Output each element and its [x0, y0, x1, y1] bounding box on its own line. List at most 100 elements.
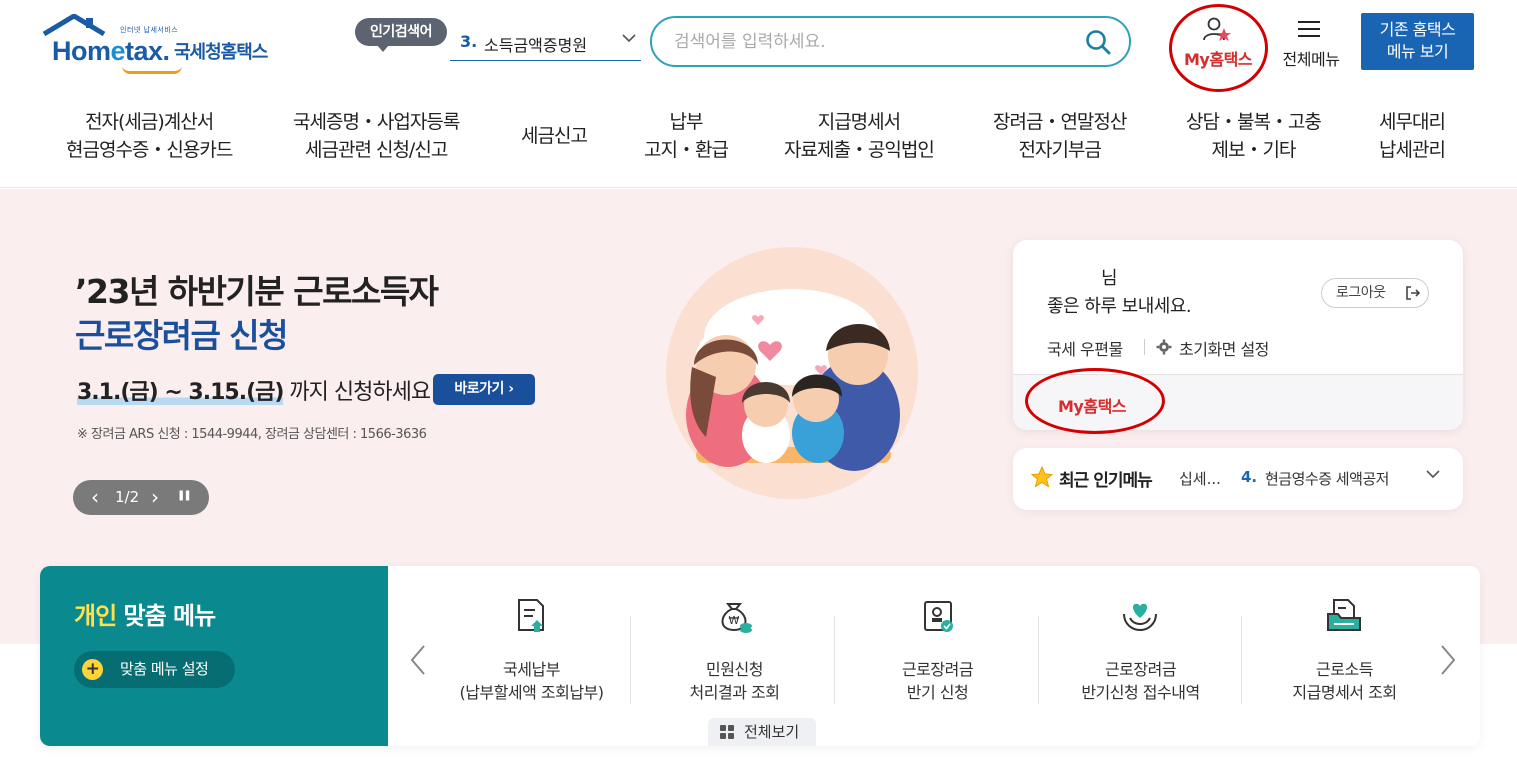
logo-korean: 국세청홈택스 — [174, 42, 268, 63]
divider — [1144, 339, 1145, 355]
quick-item-line-1: 근로장려금 — [901, 660, 974, 679]
myhometax-top-button[interactable]: My홈택스 — [1172, 10, 1264, 90]
banner-date: 3.1.(금) ~ 3.15.(금) 까지 신청하세요! — [77, 374, 439, 406]
all-menu-button[interactable]: 전체메뉴 — [1276, 18, 1346, 70]
nav-line: 세금신고 — [521, 125, 588, 147]
greeting-text: 좋은 하루 보내세요. — [1047, 296, 1192, 317]
tax-mail-link[interactable]: 국세 우편물 — [1047, 336, 1123, 360]
init-screen-setting-link[interactable]: 초기화면 설정 — [1179, 336, 1269, 360]
quick-item-line-1: 국세납부 — [503, 660, 560, 679]
heart-hands-icon — [1123, 603, 1157, 632]
nav-item-payment[interactable]: 납부 고지・환급 — [644, 108, 729, 164]
nav-item-certificate[interactable]: 국세증명・사업자등록 세금관련 신청/신고 — [293, 108, 460, 164]
divider — [630, 616, 631, 704]
popular-term[interactable]: 소득금액증명원 — [484, 32, 587, 56]
nav-item-incentive[interactable]: 장려금・연말정산 전자기부금 — [993, 108, 1127, 164]
logo-word-1: Hom — [52, 36, 111, 66]
quick-item-petition[interactable]: ₩ 민원신청 처리결과 조회 — [633, 596, 836, 706]
logout-icon — [1406, 286, 1420, 300]
prev-arrow-icon[interactable] — [408, 644, 428, 683]
logout-button[interactable]: 로그아웃 — [1321, 278, 1429, 308]
custom-menu-setting-label: 맞춤 메뉴 설정 — [120, 660, 209, 678]
login-card-footer: My홈택스 — [1013, 374, 1463, 430]
logout-label: 로그아웃 — [1336, 285, 1386, 301]
recent-popular-title: 최근 인기메뉴 — [1059, 471, 1153, 491]
quick-item-line-2: 반기 신청 — [906, 683, 969, 702]
popular-search-badge: 인기검색어 — [355, 18, 447, 52]
popular-search-select[interactable]: 3. 소득금액증명원 — [450, 26, 641, 61]
recent-item-clipped[interactable]: 십세... — [1179, 468, 1221, 489]
quick-item-incentive-apply[interactable]: 근로장려금 반기 신청 — [836, 596, 1039, 706]
quick-item-line-1: 근로장려금 — [1104, 660, 1177, 679]
quick-item-line-1: 민원신청 — [706, 660, 763, 679]
quick-item-incentive-history[interactable]: 근로장려금 반기신청 접수내역 — [1039, 596, 1242, 706]
pager-page: 1/2 — [115, 488, 140, 506]
legacy-line-2: 메뉴 보기 — [1386, 42, 1449, 61]
nav-line: 납부 — [669, 111, 703, 133]
svg-text:₩: ₩ — [729, 614, 740, 627]
banner-note: ※ 장려금 ARS 신청 : 1544-9944, 장려금 상담센터 : 156… — [77, 427, 427, 442]
nav-item-statement[interactable]: 지급명세서 자료제출・공익법인 — [784, 108, 935, 164]
document-stamp-icon — [924, 601, 953, 632]
myhometax-card-link[interactable]: My홈택스 — [1058, 393, 1127, 417]
all-menu-label: 전체메뉴 — [1282, 50, 1340, 69]
custom-menu-title-rest: 맞춤 메뉴 — [116, 602, 217, 630]
nav-line: 현금영수증・신용카드 — [66, 139, 233, 161]
nav-item-etax[interactable]: 전자(세금)계산서 현금영수증・신용카드 — [66, 108, 233, 164]
nav-item-tax-report[interactable]: 세금신고 — [521, 122, 588, 150]
star-icon — [1031, 466, 1053, 488]
nav-line: 국세증명・사업자등록 — [293, 111, 460, 133]
quick-item-line-2: 처리결과 조회 — [689, 683, 780, 702]
quick-item-line-1: 근로소득 — [1316, 660, 1373, 679]
custom-menu-panel: 개인 맞춤 메뉴 + 맞춤 메뉴 설정 국세납부 (납부할세액 조회납부) ₩ … — [40, 566, 1480, 746]
nav-line: 전자(세금)계산서 — [85, 111, 214, 133]
chevron-down-icon[interactable] — [621, 30, 637, 50]
custom-menu-header: 개인 맞춤 메뉴 + 맞춤 메뉴 설정 — [40, 566, 388, 746]
user-name-suffix: 님 — [1101, 268, 1118, 289]
quick-item-line-2: (납부할세액 조회납부) — [459, 683, 604, 702]
banner-date-rest: 까지 신청하세요! — [283, 380, 439, 405]
logo-subtitle: 인터넷 납세서비스 — [120, 26, 179, 34]
legacy-menu-button[interactable]: 기존 홈택스 메뉴 보기 — [1361, 13, 1474, 70]
nav-item-consult[interactable]: 상담・불복・고충 제보・기타 — [1186, 108, 1322, 164]
logo-word-2: tax. — [125, 36, 170, 66]
pager-pause-icon[interactable]: ❚❚ — [177, 490, 192, 501]
login-card: 님 좋은 하루 보내세요. 로그아웃 국세 우편물 초기화면 설정 My홈택스 — [1013, 240, 1463, 430]
divider — [1241, 616, 1242, 704]
search-input[interactable] — [674, 30, 1074, 54]
banner-go-button[interactable]: 바로가기 › — [433, 374, 535, 405]
quick-item-tax-payment[interactable]: 국세납부 (납부할세액 조회납부) — [430, 596, 633, 706]
header: 인터넷 납세서비스 Hometax. 국세청홈택스 인기검색어 3. 소득금액증… — [0, 0, 1517, 188]
nav-item-agent[interactable]: 세무대리 납세관리 — [1379, 108, 1446, 164]
logo-swoosh — [122, 66, 182, 74]
chevron-down-icon[interactable] — [1425, 466, 1441, 486]
pager-next-icon[interactable]: › — [151, 485, 159, 509]
folder-document-icon — [1327, 599, 1361, 631]
user-star-icon — [1203, 17, 1231, 41]
popular-rank: 3. — [460, 32, 478, 51]
custom-menu-setting-button[interactable]: + 맞춤 메뉴 설정 — [74, 651, 235, 688]
quick-item-earned-income[interactable]: 근로소득 지급명세서 조회 — [1243, 596, 1446, 706]
search-box — [650, 16, 1131, 67]
pager-prev-icon[interactable]: ‹ — [91, 485, 99, 509]
myhometax-label: My홈택스 — [1184, 50, 1253, 69]
plus-icon: + — [82, 659, 103, 680]
recent-popular-menu[interactable]: 최근 인기메뉴 십세... 4. 현금영수증 세액공저 — [1013, 448, 1463, 510]
gear-icon — [1156, 339, 1172, 355]
grid-icon — [720, 725, 735, 740]
nav-line: 납세관리 — [1379, 139, 1446, 161]
recent-item[interactable]: 현금영수증 세액공저 — [1265, 468, 1389, 489]
global-nav: 전자(세금)계산서 현금영수증・신용카드 국세증명・사업자등록 세금관련 신청/… — [40, 108, 1480, 168]
logo-word-e: e — [110, 36, 126, 66]
nav-line: 세무대리 — [1379, 111, 1446, 133]
banner-date-range: 3.1.(금) ~ 3.15.(금) — [77, 380, 284, 405]
view-all-button[interactable]: 전체보기 — [708, 718, 816, 746]
recent-rank: 4. — [1241, 468, 1258, 486]
banner-pager: ‹ 1/2 › ❚❚ — [73, 480, 209, 515]
custom-menu-title-hl: 개인 — [74, 602, 117, 630]
search-icon[interactable] — [1085, 29, 1111, 55]
nav-line: 고지・환급 — [644, 139, 729, 161]
hometax-logo[interactable]: 인터넷 납세서비스 Hometax. 국세청홈택스 — [42, 14, 282, 74]
nav-line: 장려금・연말정산 — [993, 111, 1127, 133]
view-all-label: 전체보기 — [744, 723, 800, 741]
